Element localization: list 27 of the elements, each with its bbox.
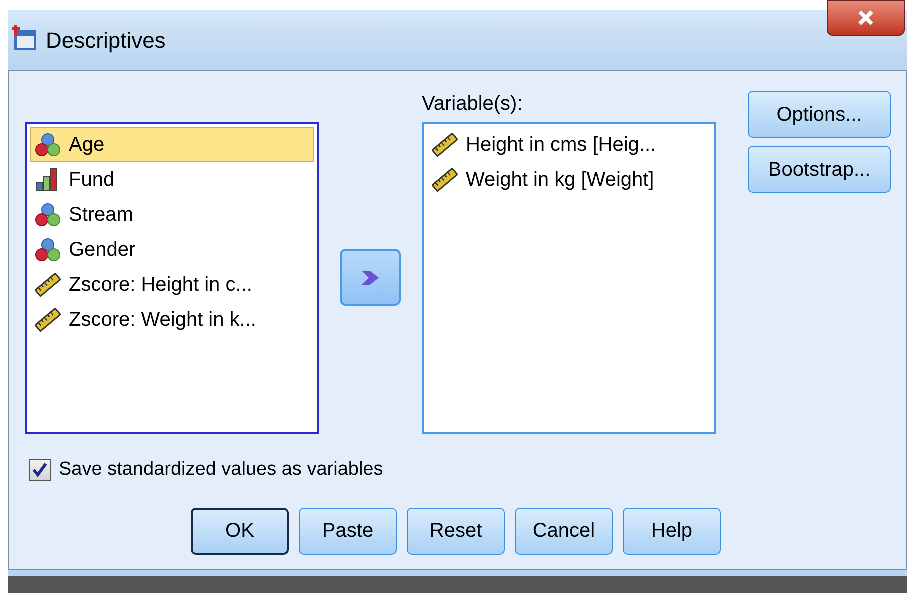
close-button[interactable] — [827, 0, 905, 36]
variable-list-item[interactable]: Height in cms [Heig... — [427, 127, 711, 162]
dialog-button[interactable]: Help — [623, 508, 721, 554]
checkmark-icon — [32, 462, 48, 478]
checkbox[interactable] — [29, 459, 51, 482]
variable-list-item[interactable]: Age — [30, 127, 314, 162]
variable-list-item[interactable]: Weight in kg [Weight] — [427, 162, 711, 197]
close-icon — [857, 10, 875, 26]
dialog-button[interactable]: Paste — [299, 508, 397, 554]
dialog-button[interactable]: Bootstrap... — [748, 146, 891, 193]
dialog-button[interactable]: Reset — [407, 508, 505, 554]
variable-list-item[interactable]: Gender — [30, 232, 314, 267]
window-title: Descriptives — [46, 27, 166, 55]
app-icon — [10, 24, 38, 52]
checkbox-label: Save standardized values as variables — [59, 458, 384, 482]
dialog-button[interactable]: Cancel — [515, 508, 613, 554]
nominal-variable-icon — [35, 238, 61, 262]
move-right-button[interactable] — [340, 249, 401, 306]
variable-list-item[interactable]: Zscore: Weight in k... — [30, 302, 314, 337]
nominal-variable-icon — [35, 132, 61, 156]
variable-list-item[interactable]: Zscore: Height in c... — [30, 267, 314, 302]
dialog-button[interactable]: OK — [191, 508, 289, 554]
nominal-variable-icon — [35, 202, 61, 226]
variable-list-item[interactable]: Stream — [30, 197, 314, 232]
variables-label: Variable(s): — [422, 92, 524, 117]
dialog-button[interactable]: Options... — [748, 91, 891, 138]
variable-list-item[interactable]: Fund — [30, 162, 314, 197]
